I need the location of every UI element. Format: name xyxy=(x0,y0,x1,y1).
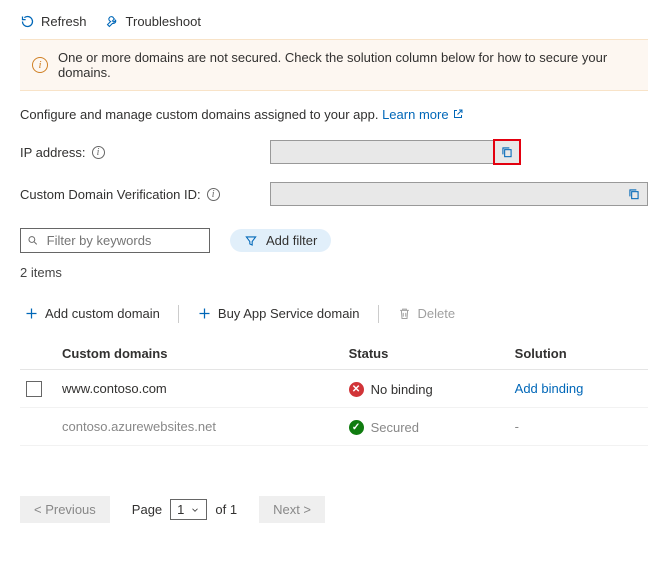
page-select[interactable]: 1 xyxy=(170,499,207,520)
status-text: Secured xyxy=(371,420,419,435)
add-filter-label: Add filter xyxy=(266,233,317,248)
page-of-label: of 1 xyxy=(215,502,237,517)
ip-address-field xyxy=(270,140,520,164)
troubleshoot-label: Troubleshoot xyxy=(126,14,201,29)
filter-search[interactable] xyxy=(20,228,210,253)
chevron-down-icon xyxy=(190,505,200,515)
description-text: Configure and manage custom domains assi… xyxy=(20,107,378,122)
add-custom-domain-label: Add custom domain xyxy=(45,306,160,321)
copy-verification-button[interactable] xyxy=(621,183,647,205)
domain-cell: www.contoso.com xyxy=(56,370,343,408)
warning-banner: i One or more domains are not secured. C… xyxy=(20,39,648,91)
page-value: 1 xyxy=(177,502,184,517)
verification-id-field xyxy=(270,182,648,206)
status-text: No binding xyxy=(371,382,433,397)
copy-ip-button[interactable] xyxy=(493,139,521,165)
trash-icon xyxy=(397,306,412,321)
learn-more-label: Learn more xyxy=(382,107,448,122)
status-ok-icon: ✓ xyxy=(349,420,364,435)
learn-more-link[interactable]: Learn more xyxy=(382,107,464,122)
status-err-icon: ✕ xyxy=(349,382,364,397)
table-row[interactable]: contoso.azurewebsites.net ✓ Secured - xyxy=(20,408,648,446)
add-custom-domain-button[interactable]: Add custom domain xyxy=(20,304,164,323)
row-checkbox[interactable] xyxy=(26,381,42,397)
info-icon[interactable]: i xyxy=(92,146,105,159)
wrench-icon xyxy=(105,14,120,29)
delete-button: Delete xyxy=(393,304,460,323)
pager: < Previous Page 1 of 1 Next > xyxy=(20,496,648,523)
buy-domain-button[interactable]: Buy App Service domain xyxy=(193,304,364,323)
copy-icon xyxy=(500,145,514,159)
buy-domain-label: Buy App Service domain xyxy=(218,306,360,321)
page-label: Page xyxy=(132,502,162,517)
refresh-button[interactable]: Refresh xyxy=(20,14,87,29)
add-filter-button[interactable]: Add filter xyxy=(230,229,331,252)
solution-text: - xyxy=(515,419,519,434)
domain-cell: contoso.azurewebsites.net xyxy=(56,408,343,446)
divider xyxy=(178,305,179,323)
prev-page-button: < Previous xyxy=(20,496,110,523)
verification-id-label: Custom Domain Verification ID: i xyxy=(20,187,270,202)
solution-link[interactable]: Add binding xyxy=(515,381,584,396)
domains-table: Custom domains Status Solution www.conto… xyxy=(20,337,648,446)
search-icon xyxy=(27,234,39,247)
ip-address-value xyxy=(271,141,493,163)
status-cell: ✕ No binding xyxy=(349,382,433,397)
verification-id-label-text: Custom Domain Verification ID: xyxy=(20,187,201,202)
col-solution[interactable]: Solution xyxy=(509,337,648,370)
plus-icon xyxy=(24,306,39,321)
next-page-button: Next > xyxy=(259,496,325,523)
warning-icon: i xyxy=(32,57,48,73)
ip-address-label-text: IP address: xyxy=(20,145,86,160)
warning-text: One or more domains are not secured. Che… xyxy=(58,50,636,80)
info-icon[interactable]: i xyxy=(207,188,220,201)
verification-id-value xyxy=(271,183,621,205)
copy-icon xyxy=(627,187,641,201)
delete-label: Delete xyxy=(418,306,456,321)
external-link-icon xyxy=(452,108,464,120)
page-description: Configure and manage custom domains assi… xyxy=(20,107,648,122)
col-status[interactable]: Status xyxy=(343,337,509,370)
troubleshoot-button[interactable]: Troubleshoot xyxy=(105,14,201,29)
plus-icon xyxy=(197,306,212,321)
refresh-label: Refresh xyxy=(41,14,87,29)
filter-icon xyxy=(244,234,258,248)
refresh-icon xyxy=(20,14,35,29)
col-domains[interactable]: Custom domains xyxy=(56,337,343,370)
divider xyxy=(378,305,379,323)
ip-address-label: IP address: i xyxy=(20,145,270,160)
status-cell: ✓ Secured xyxy=(349,420,419,435)
table-row[interactable]: www.contoso.com ✕ No binding Add binding xyxy=(20,370,648,408)
item-count: 2 items xyxy=(20,265,648,280)
filter-input[interactable] xyxy=(45,232,203,249)
